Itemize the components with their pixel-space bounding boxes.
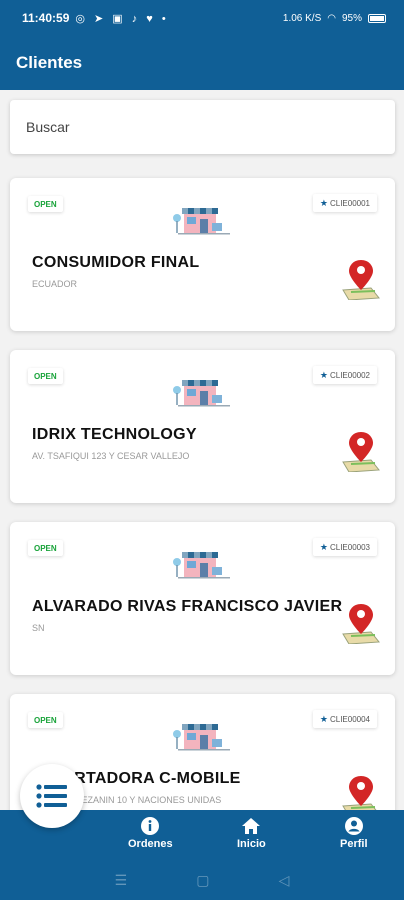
system-nav-bar: ☰ ▢ ◁ <box>0 860 404 900</box>
client-list[interactable]: OPEN ★ CLIE00001 CONSUMIDOR FINAL ECUADO… <box>0 162 404 812</box>
client-code: CLIE00003 <box>329 542 370 552</box>
wifi-icon: ◠ <box>327 12 336 24</box>
back-icon[interactable]: ◁ <box>279 872 290 889</box>
network-speed: 1.06 K/S <box>282 12 322 24</box>
storefront-icon <box>173 552 230 579</box>
star-icon: ★ <box>319 197 328 208</box>
client-code: CLIE00002 <box>329 370 370 380</box>
page-title: Clientes <box>16 53 83 72</box>
map-location-icon[interactable] <box>341 258 381 300</box>
client-name: ALVARADO RIVAS FRANCISCO JAVIER <box>32 598 343 615</box>
client-code-badge: ★ CLIE00001 <box>313 194 377 212</box>
star-icon: ★ <box>319 541 328 552</box>
notification-icons: ◎ ➤ ▣ ♪ ♥ • <box>75 12 169 25</box>
storefront-icon <box>173 380 230 407</box>
status-badge: OPEN <box>28 196 63 212</box>
storefront-icon <box>173 724 230 751</box>
search-box[interactable] <box>10 100 395 154</box>
search-input[interactable] <box>26 119 395 135</box>
star-icon: ★ <box>319 369 328 380</box>
nav-label: Inicio <box>237 838 266 850</box>
storefront-icon <box>173 208 230 235</box>
app-bar: Clientes <box>0 36 404 90</box>
status-bar: 11:40:59 ◎ ➤ ▣ ♪ ♥ • 1.06 K/S ◠ 95% <box>0 0 404 36</box>
clients-list-fab[interactable] <box>20 764 84 828</box>
account-icon <box>344 817 363 835</box>
nav-perfil[interactable]: Perfil <box>340 816 368 850</box>
nav-label: Perfil <box>340 838 368 850</box>
client-code: CLIE00001 <box>329 198 370 208</box>
battery-level: 95% <box>341 12 362 24</box>
star-icon: ★ <box>319 713 328 724</box>
client-address: ECUADOR <box>32 279 78 289</box>
map-location-icon[interactable] <box>341 774 381 812</box>
client-address: SN <box>32 623 45 633</box>
client-code-badge: ★ CLIE00002 <box>313 366 377 384</box>
client-card[interactable]: OPEN ★ CLIE00002 IDRIX TECHNOLOGY AV. TS… <box>10 350 395 503</box>
map-location-icon[interactable] <box>341 430 381 472</box>
info-icon <box>141 817 160 835</box>
nav-label: Ordenes <box>128 838 173 850</box>
status-badge: OPEN <box>28 712 63 728</box>
client-card[interactable]: OPEN ★ CLIE00003 ALVARADO RIVAS FRANCISC… <box>10 522 395 675</box>
client-name: IDRIX TECHNOLOGY <box>32 426 197 443</box>
list-icon <box>36 784 67 808</box>
nav-inicio[interactable]: Inicio <box>237 816 266 850</box>
client-code: CLIE00004 <box>329 714 370 724</box>
client-code-badge: ★ CLIE00003 <box>313 538 377 556</box>
client-name: CONSUMIDOR FINAL <box>32 254 200 271</box>
home-icon <box>242 818 261 834</box>
clock: 11:40:59 <box>22 11 70 25</box>
client-code-badge: ★ CLIE00004 <box>313 710 377 728</box>
client-address: AV. TSAFIQUI 123 Y CESAR VALLEJO <box>32 451 190 461</box>
nav-ordenes[interactable]: Ordenes <box>128 816 173 850</box>
status-badge: OPEN <box>28 368 63 384</box>
map-location-icon[interactable] <box>341 602 381 644</box>
status-badge: OPEN <box>28 540 63 556</box>
client-card[interactable]: OPEN ★ CLIE00001 CONSUMIDOR FINAL ECUADO… <box>10 178 395 331</box>
home-system-icon[interactable]: ▢ <box>196 872 209 889</box>
battery-icon <box>368 13 386 23</box>
recent-apps-icon[interactable]: ☰ <box>115 872 128 889</box>
